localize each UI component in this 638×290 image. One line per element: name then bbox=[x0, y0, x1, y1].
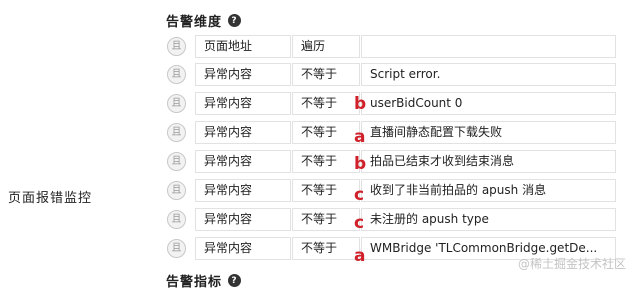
operator-select[interactable]: 不等于 bbox=[292, 208, 360, 231]
dimension-row: 且 异常内容 不等于 未注册的 apush type bbox=[167, 208, 616, 231]
dimension-row: 且 异常内容 不等于 Script error. bbox=[167, 63, 616, 86]
operator-select[interactable]: 不等于 bbox=[292, 63, 360, 86]
value-input[interactable]: Script error. bbox=[361, 63, 616, 86]
annotation-marker: a bbox=[354, 246, 366, 266]
dimension-row: 且 页面地址 遍历 bbox=[167, 35, 616, 58]
operator-select[interactable]: 不等于 bbox=[292, 179, 360, 202]
operator-select[interactable]: 不等于 bbox=[292, 121, 360, 144]
field-select[interactable]: 异常内容 bbox=[195, 150, 291, 173]
dimension-row: 且 异常内容 不等于 直播间静态配置下载失败 bbox=[167, 121, 616, 144]
annotation-marker: c bbox=[354, 185, 365, 205]
alert-indicator-title: 告警指标 ? bbox=[166, 271, 242, 290]
and-toggle-icon[interactable]: 且 bbox=[167, 94, 186, 113]
dimension-row: 且 异常内容 不等于 userBidCount 0 bbox=[167, 92, 616, 115]
annotation-marker: a bbox=[354, 127, 366, 147]
operator-select[interactable]: 不等于 bbox=[292, 92, 360, 115]
annotation-marker: b bbox=[354, 94, 367, 114]
alert-indicator-title-text: 告警指标 bbox=[166, 275, 223, 290]
alert-dimension-title: 告警维度 ? bbox=[166, 11, 242, 30]
annotation-marker: c bbox=[354, 213, 365, 233]
value-input[interactable]: userBidCount 0 bbox=[361, 92, 616, 115]
field-select[interactable]: 异常内容 bbox=[195, 179, 291, 202]
field-select[interactable]: 页面地址 bbox=[195, 35, 291, 58]
operator-select[interactable]: 不等于 bbox=[292, 237, 360, 260]
dimension-row: 且 异常内容 不等于 拍品已结束才收到结束消息 bbox=[167, 150, 616, 173]
field-select[interactable]: 异常内容 bbox=[195, 237, 291, 260]
and-toggle-icon[interactable]: 且 bbox=[167, 210, 186, 229]
watermark: @稀土掘金技术社区 bbox=[517, 257, 626, 271]
annotation-marker: b bbox=[354, 154, 367, 174]
and-toggle-icon[interactable]: 且 bbox=[167, 181, 186, 200]
dimension-row: 且 异常内容 不等于 收到了非当前拍品的 apush 消息 bbox=[167, 179, 616, 202]
field-select[interactable]: 异常内容 bbox=[195, 63, 291, 86]
help-icon[interactable]: ? bbox=[228, 274, 242, 287]
help-icon[interactable]: ? bbox=[228, 14, 242, 27]
field-select[interactable]: 异常内容 bbox=[195, 121, 291, 144]
and-toggle-icon[interactable]: 且 bbox=[167, 65, 186, 84]
value-input[interactable]: 未注册的 apush type bbox=[361, 208, 616, 231]
operator-select[interactable]: 不等于 bbox=[292, 150, 360, 173]
field-select[interactable]: 异常内容 bbox=[195, 92, 291, 115]
and-toggle-icon[interactable]: 且 bbox=[167, 152, 186, 171]
alert-dimension-title-text: 告警维度 bbox=[166, 15, 223, 30]
field-select[interactable]: 异常内容 bbox=[195, 208, 291, 231]
and-toggle-icon[interactable]: 且 bbox=[167, 123, 186, 142]
monitor-name-label: 页面报错监控 bbox=[8, 191, 93, 206]
and-toggle-icon[interactable]: 且 bbox=[167, 37, 186, 56]
value-input[interactable]: 直播间静态配置下载失败 bbox=[361, 121, 616, 144]
and-toggle-icon[interactable]: 且 bbox=[167, 239, 186, 258]
operator-select[interactable]: 遍历 bbox=[292, 35, 360, 58]
value-input[interactable] bbox=[361, 35, 616, 58]
value-input[interactable]: 收到了非当前拍品的 apush 消息 bbox=[361, 179, 616, 202]
value-input[interactable]: 拍品已结束才收到结束消息 bbox=[361, 150, 616, 173]
